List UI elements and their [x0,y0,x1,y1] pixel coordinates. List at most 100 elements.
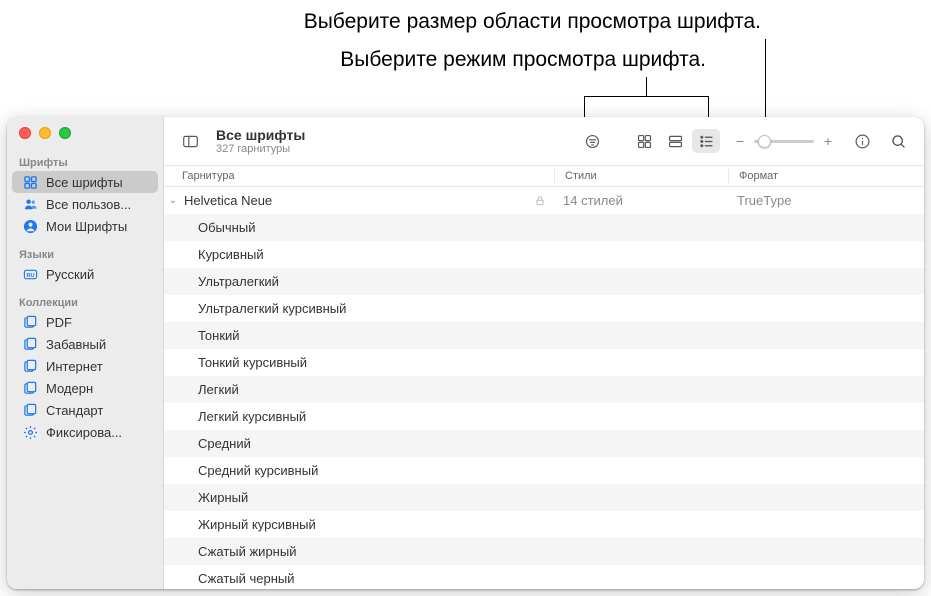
column-header-family[interactable]: Гарнитура [164,169,554,183]
search-button[interactable] [884,129,912,153]
callout-area-text: Выберите размер области просмотра шрифта… [61,10,761,34]
close-icon[interactable] [19,127,31,139]
font-style-name: Жирный курсивный [198,517,316,532]
view-mode-group [630,129,720,153]
folder-icon [22,314,38,330]
person-icon [22,196,38,212]
font-family-row[interactable]: ⌄ Helvetica Neue 14 стилей TrueType [164,187,924,214]
font-style-row[interactable]: Сжатый черный [164,565,924,589]
sidebar: Шрифты Все шрифты Все пользов... Мои Шри… [7,117,164,589]
font-book-window: Шрифты Все шрифты Все пользов... Мои Шри… [7,117,924,589]
sidebar-item-fun[interactable]: Забавный [12,333,158,355]
minus-icon: − [734,133,746,149]
samples-view-button[interactable] [661,129,689,153]
callout-mode-text: Выберите режим просмотра шрифта. [6,48,706,72]
font-style-row[interactable]: Ультралегкий [164,268,924,295]
slider-thumb[interactable] [758,135,771,148]
font-style-name: Сжатый черный [198,571,295,586]
font-style-row[interactable]: Тонкий [164,322,924,349]
chevron-down-icon[interactable]: ⌄ [164,195,182,206]
sidebar-item-label: Все пользов... [46,197,131,212]
font-style-row[interactable]: Курсивный [164,241,924,268]
font-style-row[interactable]: Жирный курсивный [164,511,924,538]
font-list: ⌄ Helvetica Neue 14 стилей TrueType Обыч… [164,187,924,589]
callout-line [765,39,766,122]
sidebar-item-all-users[interactable]: Все пользов... [12,193,158,215]
column-header-format[interactable]: Формат [728,169,924,183]
font-style-name: Обычный [198,220,255,235]
folder-icon [22,358,38,374]
font-style-name: Легкий курсивный [198,409,306,424]
font-style-row[interactable]: Легкий [164,376,924,403]
sidebar-item-label: Стандарт [46,403,103,418]
avatar-icon [22,218,38,234]
sidebar-item-label: Мои Шрифты [46,219,127,234]
main-content: Все шрифты 327 гарнитуры − + Гарнитура С… [164,117,924,589]
ru-icon: RU [22,266,38,282]
sidebar-item-label: Фиксирова... [46,425,122,440]
font-style-row[interactable]: Легкий курсивный [164,403,924,430]
sidebar-item-label: Русский [46,267,94,282]
font-style-name: Сжатый жирный [198,544,296,559]
info-button[interactable] [848,129,876,153]
sidebar-item-label: Забавный [46,337,106,352]
font-style-row[interactable]: Обычный [164,214,924,241]
svg-text:RU: RU [26,272,34,278]
toolbar: Все шрифты 327 гарнитуры − + [164,117,924,166]
sidebar-heading-fonts: Шрифты [7,153,163,171]
font-style-name: Ультралегкий курсивный [198,301,346,316]
font-style-row[interactable]: Тонкий курсивный [164,349,924,376]
lock-icon [527,195,553,207]
plus-icon: + [822,133,834,149]
font-style-name: Тонкий [198,328,240,343]
grid-icon [22,174,38,190]
sidebar-item-internet[interactable]: Интернет [12,355,158,377]
subtitle-text: 327 гарнитуры [216,143,305,155]
sidebar-item-my-fonts[interactable]: Мои Шрифты [12,215,158,237]
gear-icon [22,424,38,440]
toolbar-title: Все шрифты 327 гарнитуры [216,127,305,155]
grid-view-button[interactable] [630,129,658,153]
font-format: TrueType [727,193,924,208]
font-style-name: Легкий [198,382,239,397]
folder-icon [22,380,38,396]
preview-size-slider[interactable]: − + [734,133,834,149]
font-family-name: Helvetica Neue [182,193,527,208]
font-style-name: Курсивный [198,247,264,262]
font-style-row[interactable]: Средний курсивный [164,457,924,484]
sidebar-item-fixed[interactable]: Фиксирова... [12,421,158,443]
sidebar-item-label: Интернет [46,359,103,374]
title-text: Все шрифты [216,127,305,143]
slider-track[interactable] [754,140,814,143]
callout-line [646,77,647,96]
sidebar-item-modern[interactable]: Модерн [12,377,158,399]
sidebar-item-all-fonts[interactable]: Все шрифты [12,171,158,193]
window-controls [7,127,163,139]
sidebar-item-russian[interactable]: RU Русский [12,263,158,285]
filter-button[interactable] [578,129,606,153]
font-style-row[interactable]: Сжатый жирный [164,538,924,565]
column-headers: Гарнитура Стили Формат [164,166,924,187]
sidebar-item-label: PDF [46,315,72,330]
font-style-row[interactable]: Средний [164,430,924,457]
callout-line [584,96,709,97]
font-style-name: Жирный [198,490,248,505]
sidebar-item-pdf[interactable]: PDF [12,311,158,333]
sidebar-item-label: Все шрифты [46,175,123,190]
font-style-name: Средний [198,436,251,451]
sidebar-heading-collections: Коллекции [7,293,163,311]
toggle-sidebar-button[interactable] [176,129,204,153]
font-style-row[interactable]: Ультралегкий курсивный [164,295,924,322]
sidebar-heading-languages: Языки [7,245,163,263]
styles-count: 14 стилей [553,193,727,208]
sidebar-item-label: Модерн [46,381,93,396]
minimize-icon[interactable] [39,127,51,139]
font-style-name: Тонкий курсивный [198,355,307,370]
list-view-button[interactable] [692,129,720,153]
folder-icon [22,402,38,418]
font-style-row[interactable]: Жирный [164,484,924,511]
zoom-icon[interactable] [59,127,71,139]
sidebar-item-standard[interactable]: Стандарт [12,399,158,421]
folder-icon [22,336,38,352]
column-header-styles[interactable]: Стили [554,169,728,183]
